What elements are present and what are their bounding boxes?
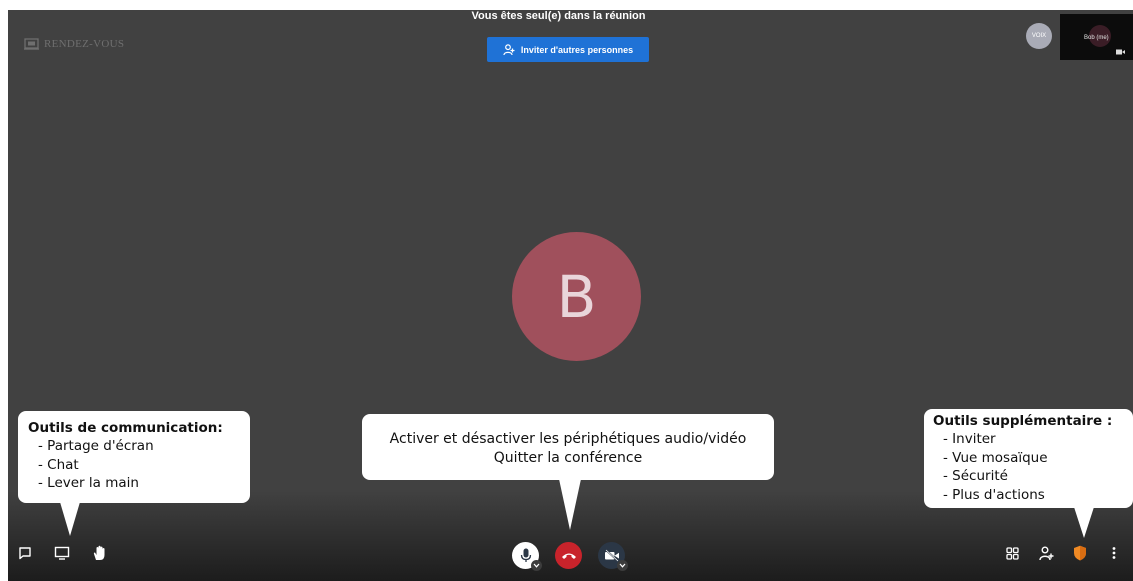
list-item: - Sécurité [943, 468, 1008, 484]
callout-devices-line1: Activer et désactiver les périphétiques … [389, 431, 747, 447]
participant-avatar: B [512, 232, 641, 361]
callout-pointer [1074, 507, 1094, 538]
app-logo: RENDEZ-VOUS [24, 38, 124, 50]
list-item: - Vue mosaïque [943, 449, 1048, 466]
list-item: - Partage d'écran [38, 438, 154, 454]
logo-text: RENDEZ-VOUS [44, 38, 125, 50]
participant-avatar-small[interactable]: VOIX [1026, 23, 1052, 49]
list-item: - Plus d'actions [943, 486, 1045, 503]
hangup-icon [561, 553, 576, 559]
microphone-options-caret[interactable] [531, 560, 542, 571]
device-controls [512, 542, 628, 571]
callout-communication-list: - Partage d'écran - Chat - Lever la main [28, 437, 240, 493]
self-view-name: Bob (me) [1084, 35, 1109, 41]
invite-others-label: Inviter d'autres personnes [520, 44, 634, 55]
callout-extra-tools: Outils supplémentaire : - Inviter - Vue … [924, 409, 1133, 538]
hangup-button[interactable] [555, 542, 582, 569]
raise-hand-icon[interactable] [91, 545, 107, 561]
camera-off-icon [604, 549, 619, 562]
solo-meeting-message: Vous êtes seul(e) dans la réunion [471, 10, 646, 22]
callout-pointer [60, 502, 80, 536]
callout-extra-list: - Inviter - Vue mosaïque - Sécurité - Pl… [933, 430, 1124, 504]
callout-devices-line2: Quitter la conférence [493, 450, 643, 466]
conference-stage: RENDEZ-VOUS VOIX Bob (me) B Outils de co… [8, 10, 1133, 581]
chat-icon[interactable] [17, 545, 33, 561]
callout-device-controls: Activer et désactiver les périphétiques … [362, 414, 774, 530]
camera-button[interactable] [598, 542, 628, 571]
microphone-button[interactable] [512, 542, 542, 571]
callout-extra-title: Outils supplémentaire : [933, 413, 1113, 429]
toolbar-right [1004, 545, 1122, 561]
invite-icon[interactable] [1038, 545, 1054, 561]
callout-pointer [559, 479, 581, 530]
toolbar-left [17, 545, 107, 561]
camera-options-caret[interactable] [617, 560, 628, 571]
callout-communication-tools: Outils de communication: - Partage d'écr… [18, 411, 250, 536]
microphone-icon [520, 548, 531, 562]
tile-view-icon[interactable] [1004, 545, 1020, 561]
screen-share-icon[interactable] [54, 545, 70, 561]
add-person-icon [503, 43, 515, 55]
list-item: - Lever la main [38, 475, 139, 491]
callout-communication-title: Outils de communication: [28, 420, 223, 436]
list-item: - Chat [38, 456, 79, 473]
more-actions-icon[interactable] [1106, 545, 1122, 561]
camera-small-icon [1116, 49, 1125, 55]
security-shield-icon[interactable] [1072, 545, 1088, 561]
list-item: - Inviter [943, 431, 996, 447]
logo-icon [24, 38, 39, 50]
invite-others-button[interactable]: Inviter d'autres personnes [487, 37, 649, 62]
